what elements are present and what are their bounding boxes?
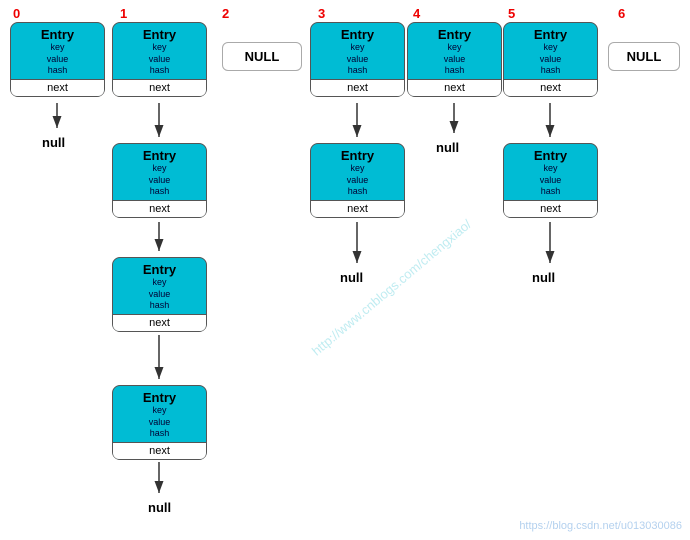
null-2: NULL xyxy=(222,42,302,71)
entry-0-0: Entry keyvaluehash next xyxy=(10,22,105,97)
entry-3-1-fields: keyvaluehash xyxy=(341,163,374,198)
entry-1-2-next: next xyxy=(113,314,206,331)
entry-1-2-fields: keyvaluehash xyxy=(143,277,176,312)
entry-1-1-next: next xyxy=(113,200,206,217)
entry-3-1: Entry keyvaluehash next xyxy=(310,143,405,218)
entry-1-1-fields: keyvaluehash xyxy=(143,163,176,198)
index-4: 4 xyxy=(413,6,420,21)
entry-3-0-fields: keyvaluehash xyxy=(341,42,374,77)
entry-5-1-title: Entry xyxy=(534,148,567,163)
entry-1-3-next: next xyxy=(113,442,206,459)
entry-1-0-next: next xyxy=(113,79,206,96)
entry-1-1: Entry keyvaluehash next xyxy=(112,143,207,218)
entry-5-0-fields: keyvaluehash xyxy=(534,42,567,77)
entry-4-0-fields: keyvaluehash xyxy=(438,42,471,77)
entry-3-0-next: next xyxy=(311,79,404,96)
entry-1-2: Entry keyvaluehash next xyxy=(112,257,207,332)
index-6: 6 xyxy=(618,6,625,21)
entry-3-0: Entry keyvaluehash next xyxy=(310,22,405,97)
entry-1-0-title: Entry xyxy=(143,27,176,42)
entry-0-0-next: next xyxy=(11,79,104,96)
entry-5-1-fields: keyvaluehash xyxy=(534,163,567,198)
entry-1-3-title: Entry xyxy=(143,390,176,405)
index-2: 2 xyxy=(222,6,229,21)
diagram: 0 1 2 3 4 5 6 Entry keyvaluehash next En… xyxy=(0,0,690,540)
entry-5-0: Entry keyvaluehash next xyxy=(503,22,598,97)
null-below-4: null xyxy=(436,140,459,155)
null-below-0: null xyxy=(42,135,65,150)
entry-0-0-title: Entry xyxy=(41,27,74,42)
watermark: http://www.cnblogs.com/chengxiao/ xyxy=(309,216,474,358)
entry-1-0-fields: keyvaluehash xyxy=(143,42,176,77)
index-3: 3 xyxy=(318,6,325,21)
entry-3-1-next: next xyxy=(311,200,404,217)
entry-1-3: Entry keyvaluehash next xyxy=(112,385,207,460)
null-6: NULL xyxy=(608,42,680,71)
null-below-3-1: null xyxy=(340,270,363,285)
entry-5-1-next: next xyxy=(504,200,597,217)
entry-3-1-title: Entry xyxy=(341,148,374,163)
entry-1-0: Entry keyvaluehash next xyxy=(112,22,207,97)
entry-5-0-next: next xyxy=(504,79,597,96)
entry-1-1-title: Entry xyxy=(143,148,176,163)
entry-4-0-next: next xyxy=(408,79,501,96)
watermark2: https://blog.csdn.net/u013030086 xyxy=(519,520,682,532)
entry-5-1: Entry keyvaluehash next xyxy=(503,143,598,218)
null-below-5-1: null xyxy=(532,270,555,285)
entry-1-2-title: Entry xyxy=(143,262,176,277)
index-5: 5 xyxy=(508,6,515,21)
index-1: 1 xyxy=(120,6,127,21)
entry-5-0-title: Entry xyxy=(534,27,567,42)
index-0: 0 xyxy=(13,6,20,21)
entry-4-0: Entry keyvaluehash next xyxy=(407,22,502,97)
entry-0-0-fields: keyvaluehash xyxy=(41,42,74,77)
null-below-1-3: null xyxy=(148,500,171,515)
entry-3-0-title: Entry xyxy=(341,27,374,42)
entry-4-0-title: Entry xyxy=(438,27,471,42)
entry-1-3-fields: keyvaluehash xyxy=(143,405,176,440)
